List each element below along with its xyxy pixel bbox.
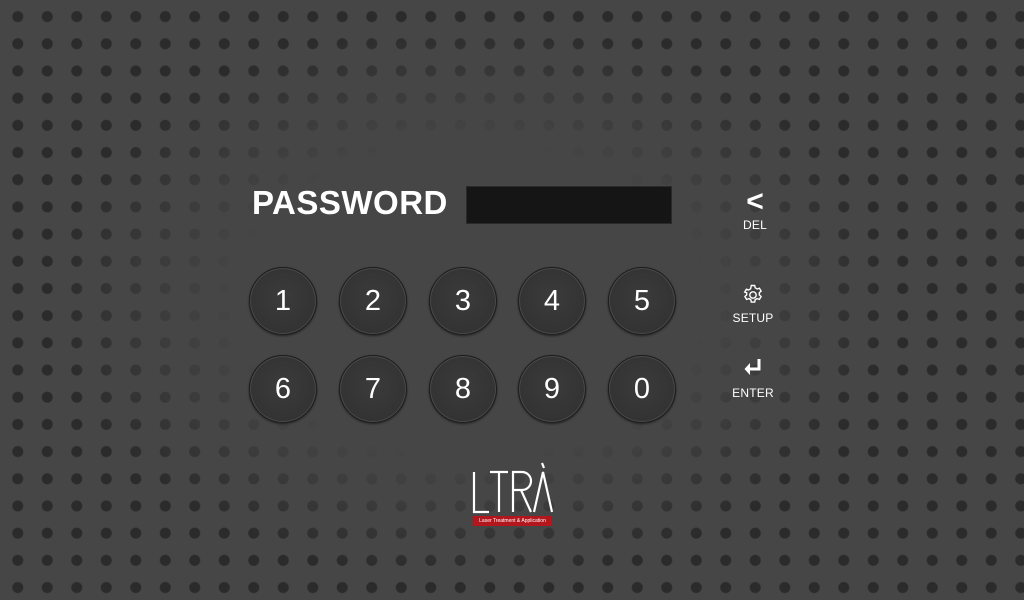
ltra-logo-mark [472, 462, 554, 514]
enter-button[interactable]: ENTER [723, 356, 783, 400]
delete-button[interactable]: < DEL [725, 185, 785, 233]
key-4[interactable]: 4 [518, 267, 586, 335]
gear-icon [741, 283, 765, 307]
chevron-left-icon: < [746, 185, 764, 218]
key-2[interactable]: 2 [339, 267, 407, 335]
ltra-logo: Laser Treatment & Application [470, 462, 556, 528]
key-1[interactable]: 1 [249, 267, 317, 335]
key-6[interactable]: 6 [249, 355, 317, 423]
password-label: PASSWORD [252, 184, 448, 221]
key-7[interactable]: 7 [339, 355, 407, 423]
logo-tagline: Laser Treatment & Application [473, 516, 552, 526]
delete-label: DEL [743, 218, 767, 232]
password-field[interactable] [466, 186, 672, 224]
enter-label: ENTER [732, 386, 774, 400]
setup-label: SETUP [732, 311, 774, 325]
key-8[interactable]: 8 [429, 355, 497, 423]
key-3[interactable]: 3 [429, 267, 497, 335]
key-9[interactable]: 9 [518, 355, 586, 423]
return-arrow-icon [741, 356, 765, 380]
setup-button[interactable]: SETUP [723, 283, 783, 325]
key-5[interactable]: 5 [608, 267, 676, 335]
key-0[interactable]: 0 [608, 355, 676, 423]
